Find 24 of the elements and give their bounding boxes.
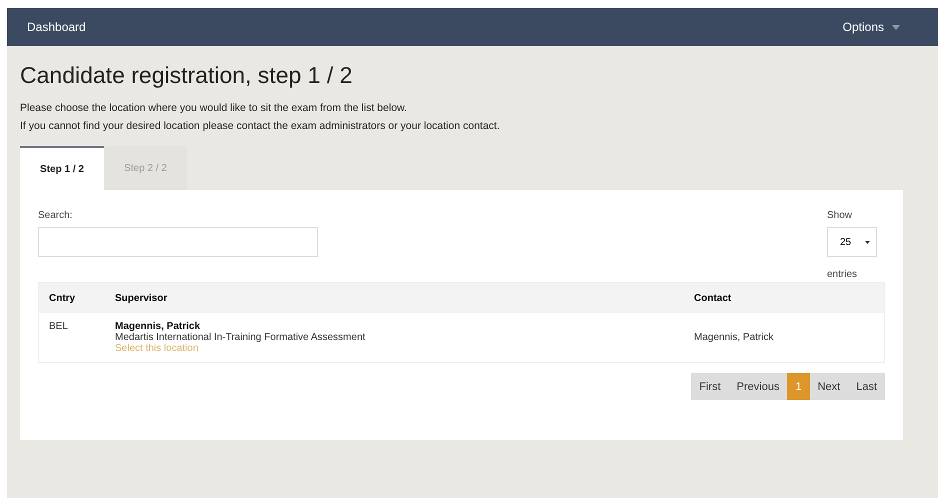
caret-icon bbox=[865, 240, 870, 244]
page-button[interactable]: First bbox=[691, 373, 729, 400]
options-menu[interactable]: Options bbox=[842, 20, 900, 34]
search-field[interactable] bbox=[38, 227, 318, 257]
page-button[interactable]: Next bbox=[810, 373, 848, 400]
intro-text: If you cannot find your desired location please contact the exam administrators or your location contact. bbox=[20, 120, 501, 132]
page-button[interactable]: Previous bbox=[728, 373, 788, 400]
page-button[interactable]: Last bbox=[848, 373, 885, 400]
show-label: Show bbox=[827, 210, 854, 221]
search-label: Search: bbox=[38, 210, 74, 221]
supervisor-name: Magennis, Patrick bbox=[115, 321, 202, 332]
step-tab[interactable]: Step 1 / 2 bbox=[20, 146, 104, 190]
entries-select[interactable]: 25 bbox=[827, 227, 877, 257]
column-header: Supervisor bbox=[115, 292, 168, 304]
page-title: Candidate registration, step 1 / 2 bbox=[20, 62, 354, 89]
column-header: Cntry bbox=[49, 292, 76, 304]
dashboard-link[interactable]: Dashboard bbox=[27, 20, 86, 34]
table-cell: BEL bbox=[49, 321, 68, 332]
caret-icon bbox=[892, 24, 900, 30]
table-cell: Magennis, Patrick bbox=[694, 332, 774, 343]
entries-label: entries bbox=[827, 269, 858, 280]
column-header: Contact bbox=[694, 292, 732, 304]
intro-text: Please choose the location where you would like to sit the exam from the list below. bbox=[20, 102, 408, 114]
location-description: Medartis International In-Training Formative Assessment bbox=[115, 332, 366, 343]
